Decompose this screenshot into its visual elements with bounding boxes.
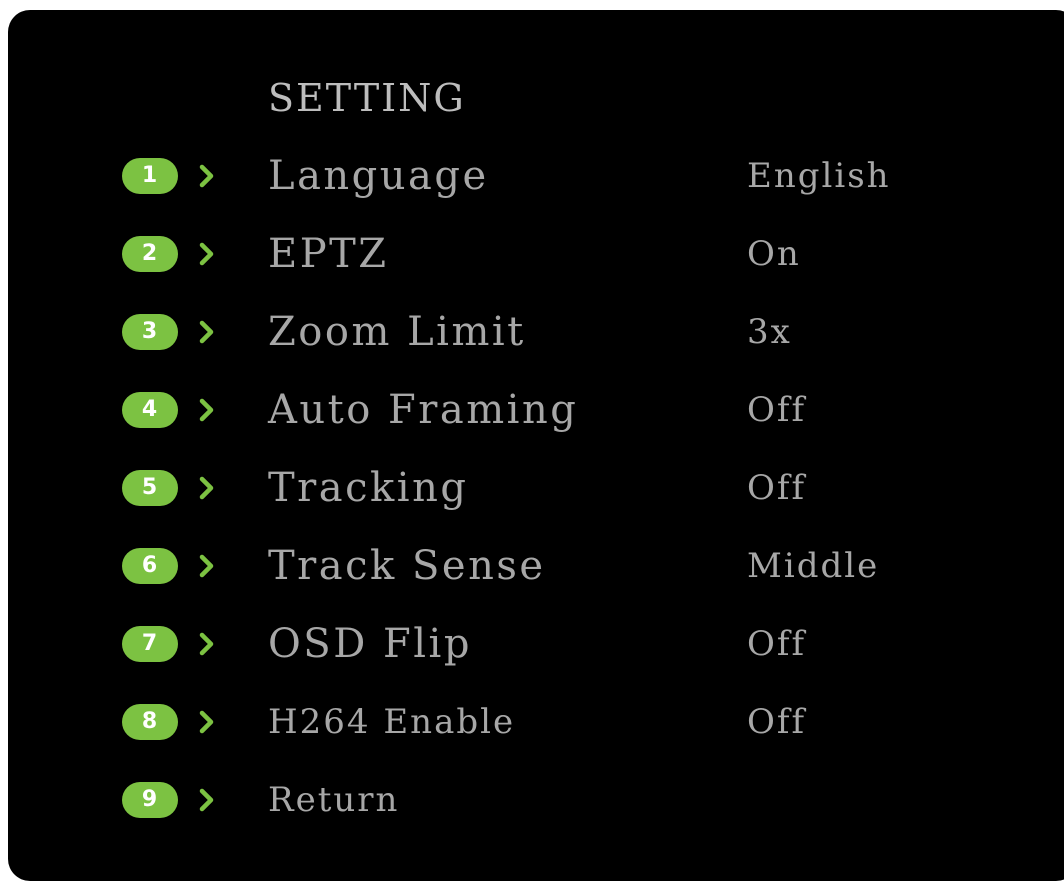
menu-item-auto-framing[interactable]: 4 Auto Framing Off — [0, 380, 1064, 440]
item-number-badge: 7 — [122, 626, 178, 662]
item-label: EPTZ — [268, 231, 389, 277]
item-label: OSD Flip — [268, 621, 472, 667]
item-number-badge: 2 — [122, 236, 178, 272]
item-label: Tracking — [268, 465, 469, 511]
menu-item-track-sense[interactable]: 6 Track Sense Middle — [0, 536, 1064, 596]
menu-item-language[interactable]: 1 Language English — [0, 146, 1064, 206]
menu-item-eptz[interactable]: 2 EPTZ On — [0, 224, 1064, 284]
chevron-right-icon — [199, 710, 214, 734]
item-value: 3x — [747, 312, 792, 352]
item-number-badge: 3 — [122, 314, 178, 350]
item-number-badge: 5 — [122, 470, 178, 506]
chevron-right-icon — [199, 788, 214, 812]
item-value: Off — [747, 468, 807, 508]
chevron-right-icon — [199, 320, 214, 344]
item-value: Off — [747, 390, 807, 430]
menu-item-tracking[interactable]: 5 Tracking Off — [0, 458, 1064, 518]
menu-title: SETTING — [268, 76, 466, 120]
chevron-right-icon — [199, 554, 214, 578]
item-label: H264 Enable — [268, 702, 516, 742]
item-label: Auto Framing — [268, 387, 579, 433]
item-number-badge: 4 — [122, 392, 178, 428]
item-number-badge: 1 — [122, 158, 178, 194]
menu-item-h264-enable[interactable]: 8 H264 Enable Off — [0, 692, 1064, 752]
item-value: Off — [747, 624, 807, 664]
item-value: On — [747, 234, 801, 274]
chevron-right-icon — [199, 164, 214, 188]
item-value: Middle — [747, 546, 880, 586]
item-number-badge: 8 — [122, 704, 178, 740]
item-value: English — [747, 156, 891, 196]
chevron-right-icon — [199, 632, 214, 656]
item-label: Zoom Limit — [268, 309, 526, 355]
chevron-right-icon — [199, 242, 214, 266]
item-number-badge: 6 — [122, 548, 178, 584]
menu-item-osd-flip[interactable]: 7 OSD Flip Off — [0, 614, 1064, 674]
menu-item-zoom-limit[interactable]: 3 Zoom Limit 3x — [0, 302, 1064, 362]
item-value: Off — [747, 702, 807, 742]
item-label: Language — [268, 153, 489, 199]
item-label: Return — [268, 780, 400, 820]
item-number-badge: 9 — [122, 782, 178, 818]
item-label: Track Sense — [268, 543, 546, 589]
chevron-right-icon — [199, 476, 214, 500]
chevron-right-icon — [199, 398, 214, 422]
menu-item-return[interactable]: 9 Return — [0, 770, 1064, 830]
